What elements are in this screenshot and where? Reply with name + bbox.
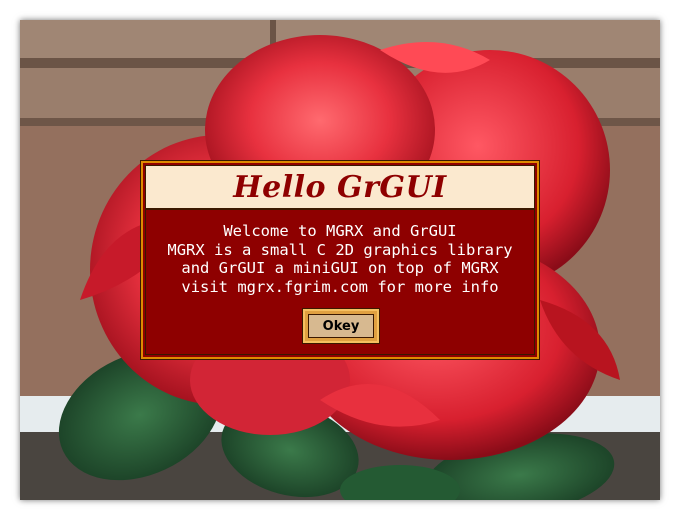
dialog-body: Hello GrGUI Welcome to MGRX and GrGUI MG… <box>145 165 535 355</box>
message-line: MGRX is a small C 2D graphics library <box>167 240 513 259</box>
dialog-title-bar[interactable]: Hello GrGUI <box>146 166 534 210</box>
dialog-message: Welcome to MGRX and GrGUI MGRX is a smal… <box>146 222 534 296</box>
hello-dialog: Hello GrGUI Welcome to MGRX and GrGUI MG… <box>140 160 540 360</box>
okey-button[interactable]: Okey <box>302 308 380 344</box>
dialog-title: Hello GrGUI <box>233 169 447 205</box>
message-line: Welcome to MGRX and GrGUI <box>223 222 457 240</box>
app-window: Hello GrGUI Welcome to MGRX and GrGUI MG… <box>20 20 660 500</box>
message-line: visit mgrx.fgrim.com for more info <box>181 277 499 296</box>
okey-button-label: Okey <box>308 314 374 338</box>
message-line: and GrGUI a miniGUI on top of MGRX <box>181 259 499 277</box>
